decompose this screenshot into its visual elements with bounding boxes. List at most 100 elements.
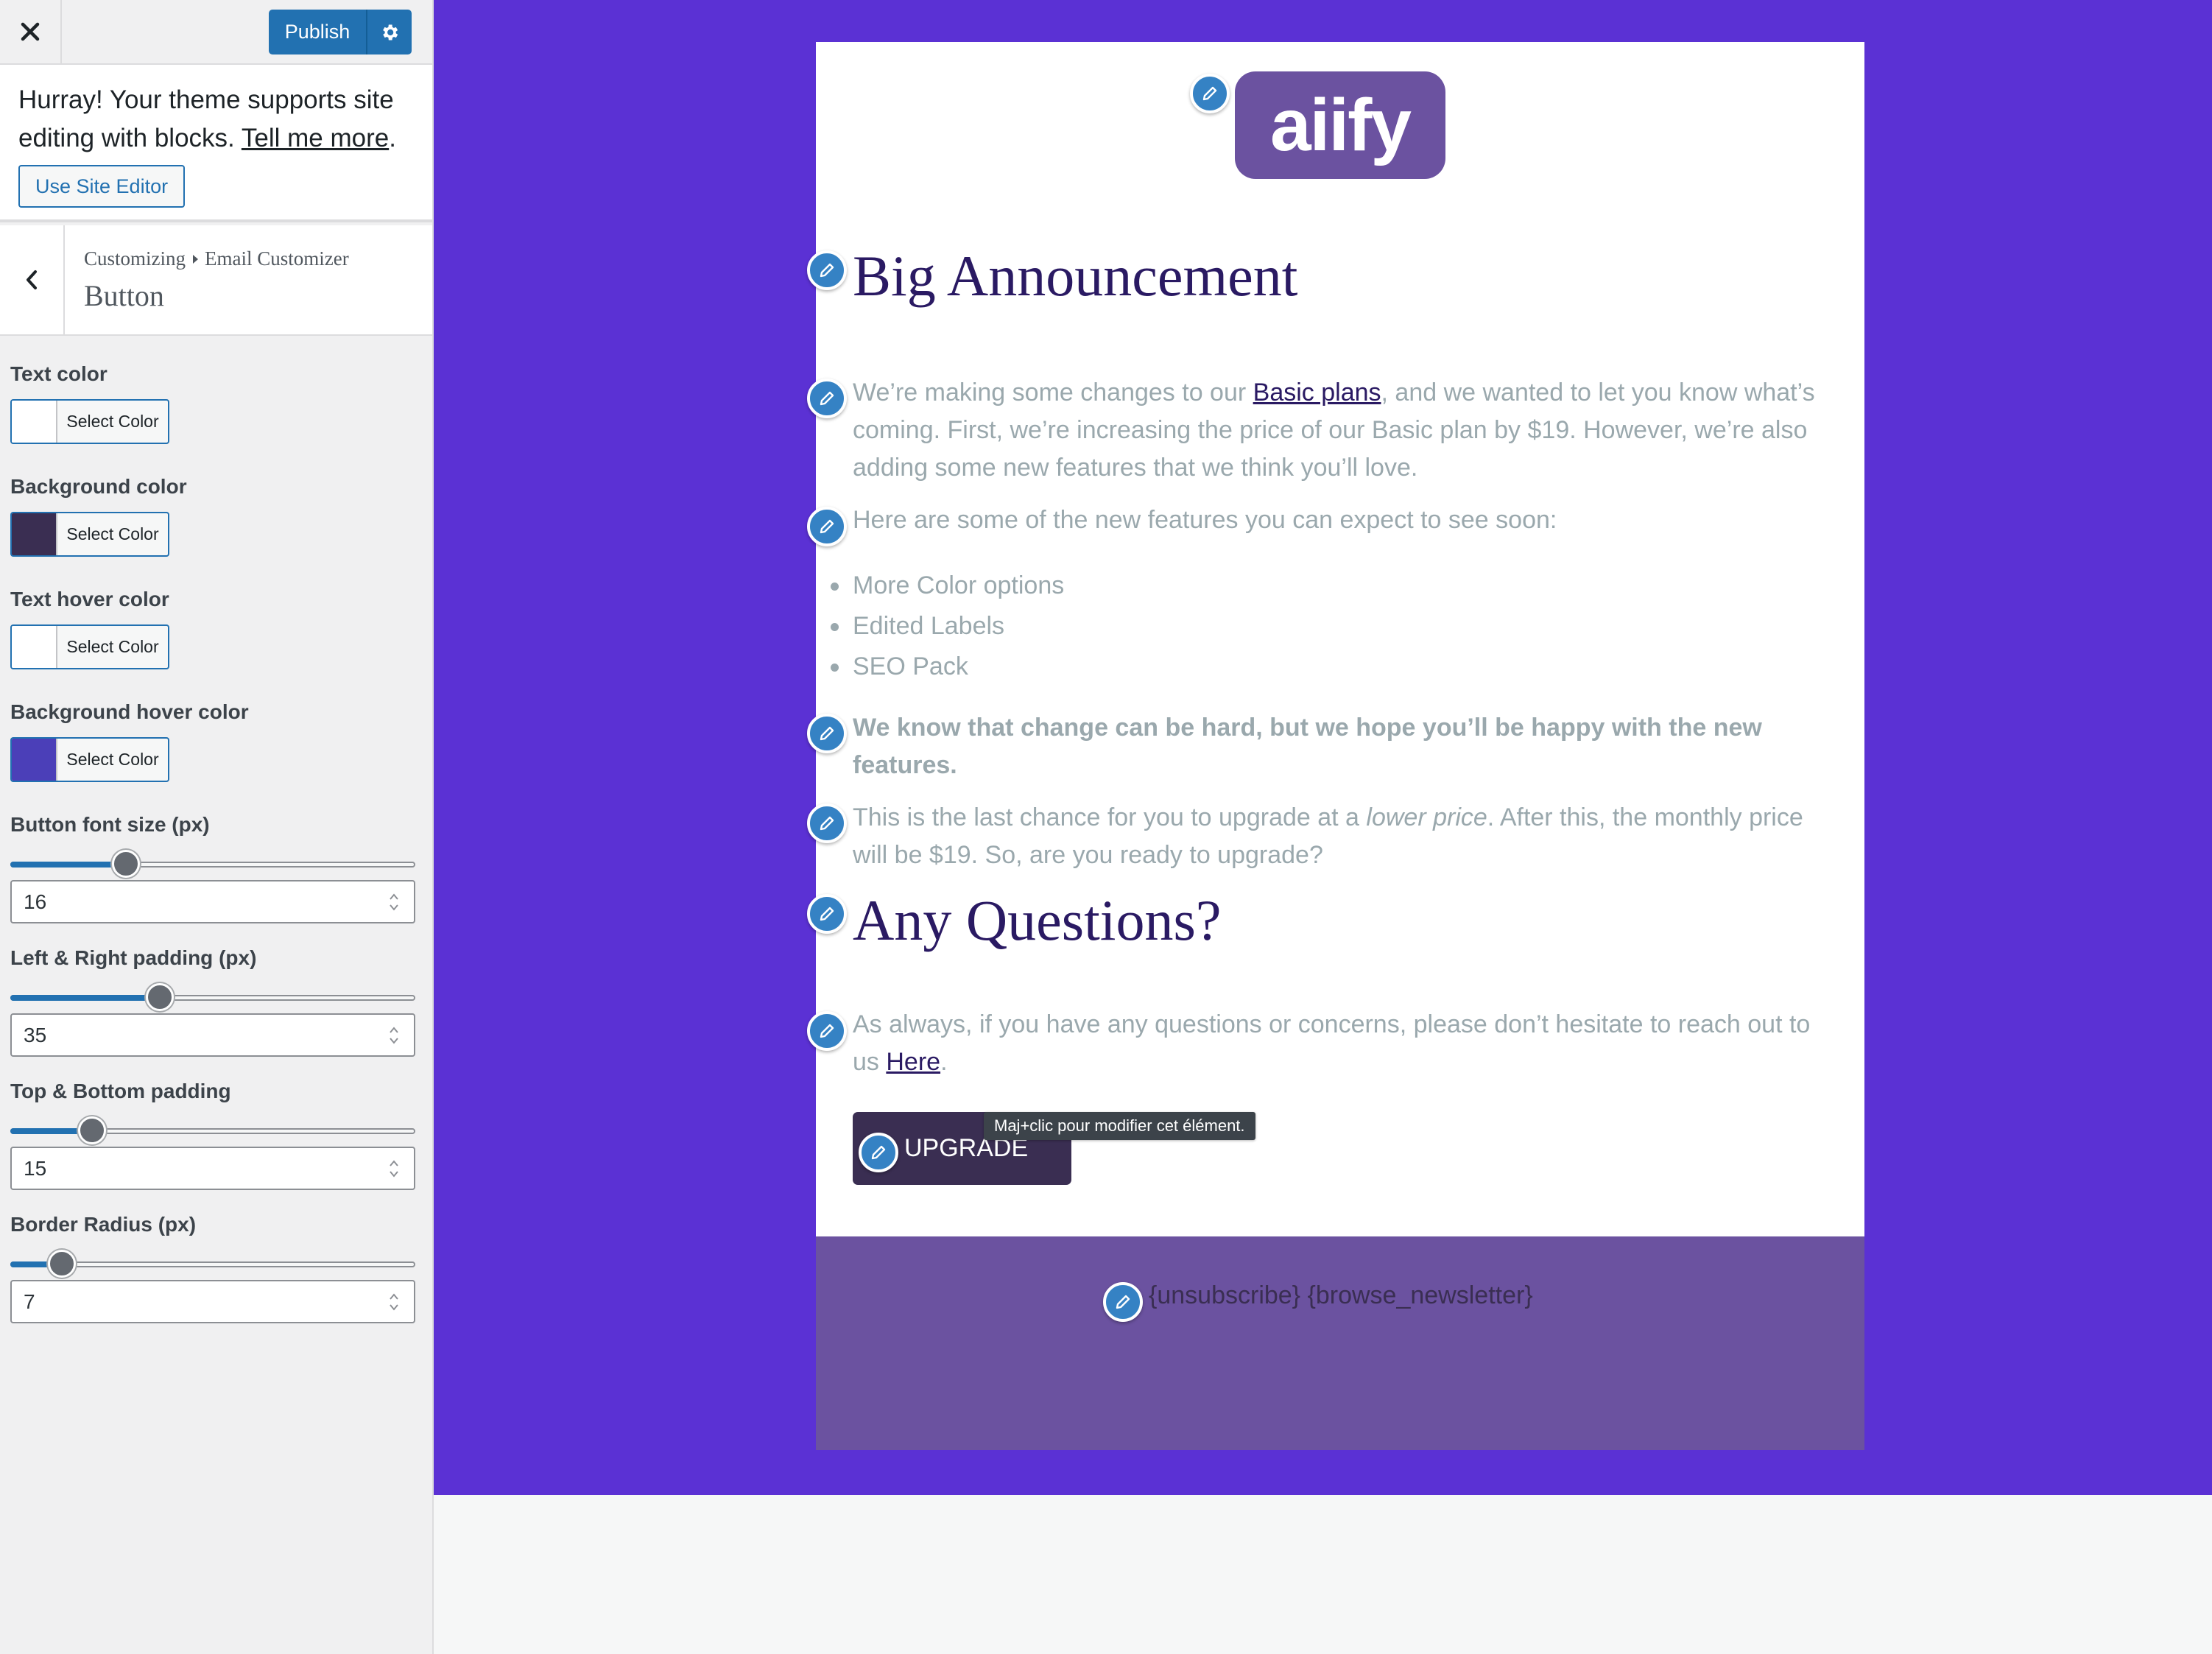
select-color-label: Select Color <box>66 750 159 769</box>
edit-note-pen[interactable] <box>807 714 847 753</box>
back-button[interactable] <box>0 225 65 334</box>
stepper-icon[interactable] <box>387 1157 401 1180</box>
edit-logo-pen[interactable] <box>1190 74 1230 113</box>
color-swatch <box>12 739 57 781</box>
pencil-icon <box>820 391 834 406</box>
change-note: We know that change can be hard, but we … <box>853 714 1762 779</box>
top-bottom-padding-slider[interactable] <box>10 1116 415 1146</box>
font-size-input[interactable]: 16 <box>10 880 415 923</box>
questions-period: . <box>940 1048 948 1076</box>
left-right-padding-input[interactable]: 35 <box>10 1013 415 1057</box>
pencil-icon <box>1116 1295 1130 1309</box>
text-hover-color-picker[interactable]: Select Color <box>10 624 169 669</box>
border-radius-slider[interactable] <box>10 1250 415 1279</box>
gear-icon <box>383 24 398 40</box>
edit-button-pen[interactable] <box>859 1133 898 1172</box>
stepper-icon[interactable] <box>387 890 401 914</box>
text-color-picker[interactable]: Select Color <box>10 399 169 444</box>
border-radius-label: Border Radius (px) <box>10 1213 197 1236</box>
section-title: Button <box>84 279 164 312</box>
edit-intro-pen[interactable] <box>807 379 847 418</box>
select-color-label: Select Color <box>66 637 159 656</box>
features-intro: Here are some of the new features you ca… <box>853 506 1557 534</box>
caret-right-icon <box>193 254 199 264</box>
tell-me-more-link[interactable]: Tell me more <box>242 124 389 152</box>
questions-paragraph: As always, if you have any questions or … <box>853 1006 1832 1081</box>
font-size-value: 16 <box>24 890 47 913</box>
border-radius-value: 7 <box>24 1290 35 1313</box>
site-editor-notice: Hurray! Your theme supports site editing… <box>0 65 432 222</box>
slider-thumb[interactable] <box>112 850 141 878</box>
stepper-icon[interactable] <box>387 1290 401 1314</box>
left-right-padding-value: 35 <box>24 1024 47 1046</box>
breadcrumb-item: Customizing <box>84 247 186 270</box>
pencil-icon <box>820 263 834 278</box>
pencil-icon <box>820 816 834 831</box>
top-bottom-padding-value: 15 <box>24 1157 47 1180</box>
select-color-label: Select Color <box>66 412 159 431</box>
publish-settings-button[interactable] <box>366 10 412 54</box>
color-swatch <box>12 513 57 555</box>
slider-thumb[interactable] <box>78 1116 107 1144</box>
email-title: Big Announcement <box>853 244 1298 308</box>
list-item: Edited Labels <box>831 606 1064 647</box>
breadcrumb: Customizing Email Customizer <box>84 247 349 270</box>
features-list: More Color options Edited Labels SEO Pac… <box>831 566 1064 687</box>
section-header: Customizing Email Customizer Button <box>0 225 432 336</box>
edit-title-pen[interactable] <box>807 250 847 290</box>
publish-button[interactable]: Publish <box>269 10 366 54</box>
slider-fill <box>10 995 161 1001</box>
close-icon <box>21 22 40 41</box>
edit-features-intro-pen[interactable] <box>807 507 847 546</box>
basic-plans-link[interactable]: Basic plans <box>1253 379 1381 407</box>
customizer-header: Publish <box>0 0 432 65</box>
edit-questions-pen[interactable] <box>807 1011 847 1051</box>
background-color-picker[interactable]: Select Color <box>10 512 169 557</box>
intro-text: We’re making some changes to our <box>853 379 1253 407</box>
edit-footer-pen[interactable] <box>1103 1282 1143 1322</box>
slider-thumb[interactable] <box>146 983 175 1011</box>
font-size-label: Button font size (px) <box>10 813 210 836</box>
stepper-icon[interactable] <box>387 1024 401 1047</box>
color-swatch <box>12 401 57 443</box>
slider-thumb[interactable] <box>48 1250 77 1278</box>
text-hover-color-label: Text hover color <box>10 588 169 610</box>
pencil-icon <box>1202 86 1217 101</box>
questions-text: As always, if you have any questions or … <box>853 1010 1811 1076</box>
background-color-label: Background color <box>10 475 187 498</box>
text-color-label: Text color <box>10 362 108 385</box>
customizer-sidebar: Publish Hurray! Your theme supports site… <box>0 0 434 1654</box>
list-item: More Color options <box>831 566 1064 606</box>
list-item: SEO Pack <box>831 647 1064 687</box>
notice-text: Hurray! Your theme supports site editing… <box>18 81 414 158</box>
edit-tooltip: Maj+clic pour modifier cet élément. <box>984 1112 1255 1140</box>
left-right-padding-slider[interactable] <box>10 983 415 1013</box>
color-swatch <box>12 626 57 668</box>
edit-last-chance-pen[interactable] <box>807 803 847 843</box>
lower-price-text: lower price <box>1366 803 1487 831</box>
select-color-label: Select Color <box>66 524 159 543</box>
font-size-slider[interactable] <box>10 850 415 879</box>
email-footer <box>816 1236 1864 1450</box>
use-site-editor-button[interactable]: Use Site Editor <box>18 165 186 208</box>
pencil-icon <box>820 1024 834 1038</box>
close-button[interactable] <box>0 0 62 63</box>
questions-title: Any Questions? <box>853 888 1222 952</box>
pencil-icon <box>820 519 834 534</box>
last-chance-paragraph: This is the last chance for you to upgra… <box>853 799 1832 874</box>
edit-questions-title-pen[interactable] <box>807 894 847 934</box>
footer-links[interactable]: {unsubscribe} {browse_newsletter} <box>1149 1281 1533 1310</box>
chevron-left-icon <box>27 270 37 289</box>
top-bottom-padding-label: Top & Bottom padding <box>10 1080 231 1102</box>
intro-paragraph: We’re making some changes to our Basic p… <box>853 374 1832 487</box>
slider-fill <box>10 862 127 868</box>
left-right-padding-label: Left & Right padding (px) <box>10 946 257 969</box>
border-radius-input[interactable]: 7 <box>10 1280 415 1323</box>
here-link[interactable]: Here <box>886 1048 940 1076</box>
top-bottom-padding-input[interactable]: 15 <box>10 1147 415 1190</box>
background-hover-color-picker[interactable]: Select Color <box>10 737 169 782</box>
pencil-icon <box>871 1145 886 1160</box>
background-hover-color-label: Background hover color <box>10 700 249 723</box>
breadcrumb-item: Email Customizer <box>205 247 349 270</box>
email-logo: aiify <box>1235 71 1445 179</box>
